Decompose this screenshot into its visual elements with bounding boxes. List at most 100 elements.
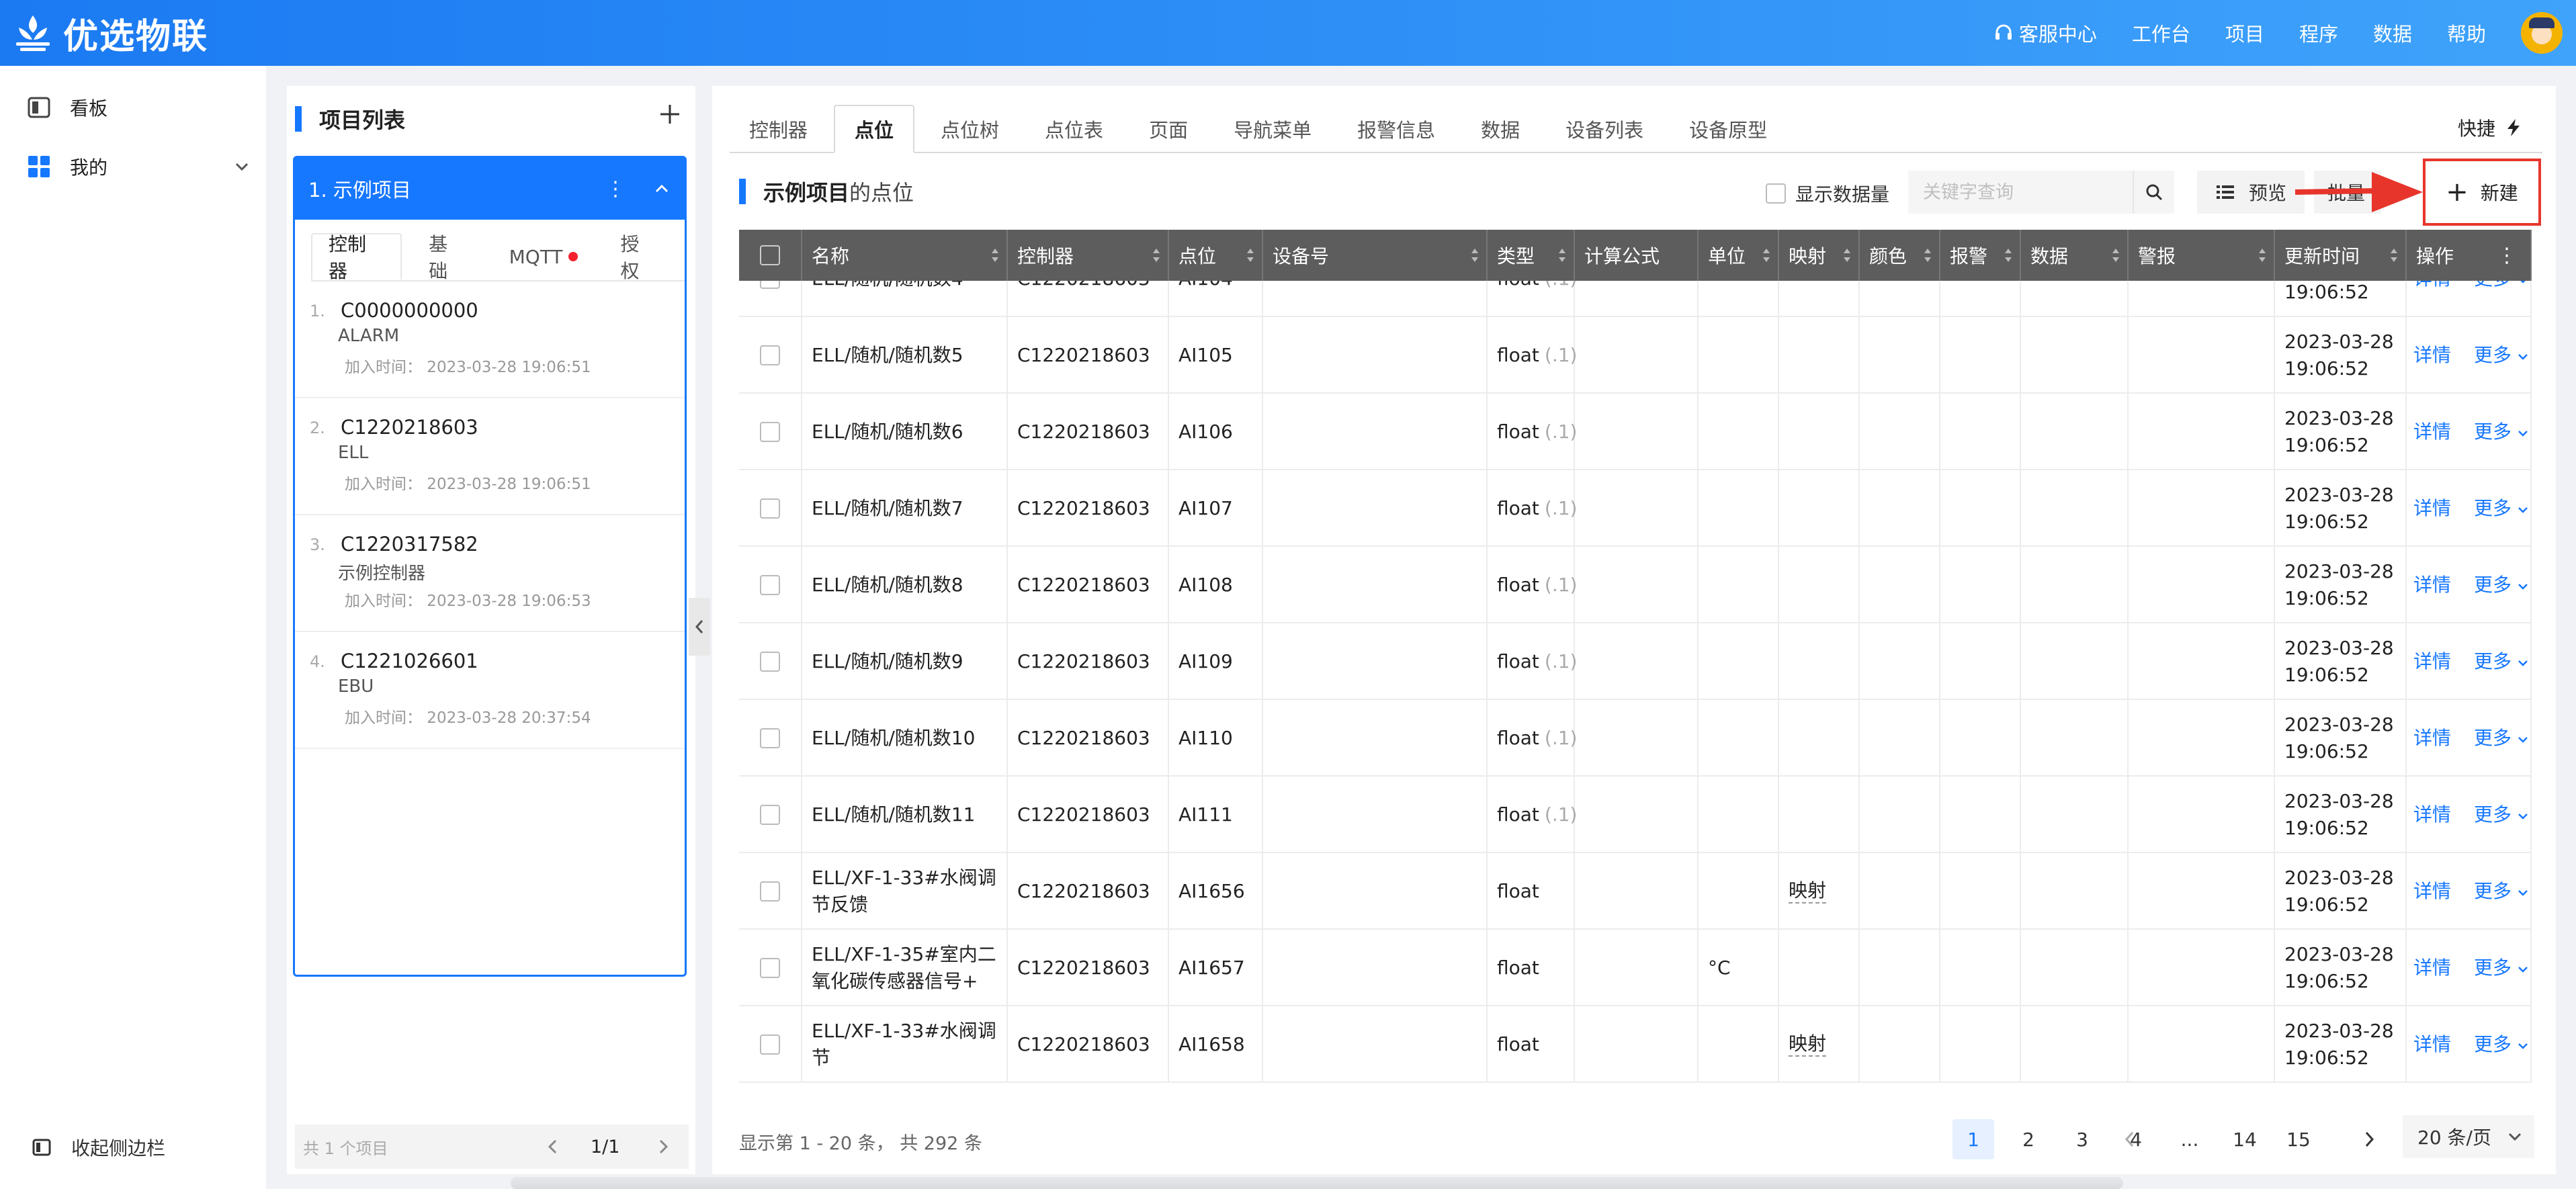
more-dropdown[interactable]: 更多 bbox=[2474, 281, 2528, 292]
add-project-icon[interactable] bbox=[658, 102, 682, 126]
tab-6[interactable]: 报警信息 bbox=[1338, 105, 1455, 153]
detail-link[interactable]: 详情 bbox=[2413, 878, 2451, 905]
nav-program[interactable]: 程序 bbox=[2299, 19, 2338, 47]
page-button[interactable]: 4 bbox=[2115, 1119, 2157, 1159]
row-checkbox[interactable] bbox=[760, 1034, 780, 1055]
row-checkbox[interactable] bbox=[760, 575, 780, 595]
more-vertical-icon[interactable]: ⋮ bbox=[605, 177, 626, 201]
controller-list-item[interactable]: 1. C0000000000 ALARM 加入时间： 2023-03-28 19:06… bbox=[295, 281, 685, 398]
tab-1[interactable]: 点位 bbox=[834, 105, 915, 153]
page-button[interactable]: 3 bbox=[2061, 1119, 2103, 1159]
table-row[interactable]: ELL/XF-1-33#水阀调节 C1220218603 AI1658 float 映射… bbox=[739, 1006, 2532, 1083]
mapping-link[interactable]: 映射 bbox=[1789, 879, 1827, 904]
detail-link[interactable]: 详情 bbox=[2413, 725, 2451, 752]
row-checkbox[interactable] bbox=[760, 281, 780, 289]
detail-link[interactable]: 详情 bbox=[2413, 955, 2451, 981]
detail-link[interactable]: 详情 bbox=[2413, 419, 2451, 445]
show-data-volume[interactable]: 显示数据量 bbox=[1766, 180, 1889, 207]
quick-button[interactable]: 快捷 bbox=[2458, 114, 2522, 141]
column-header[interactable]: 报警 bbox=[1940, 230, 2021, 281]
app-logo[interactable]: 优选物联 bbox=[13, 8, 208, 58]
column-header[interactable]: 名称 bbox=[802, 230, 1008, 281]
more-dropdown[interactable]: 更多 bbox=[2474, 648, 2528, 675]
table-row[interactable]: ELL/随机/随机数11 C1220218603 AI111 float (.1) 202… bbox=[739, 777, 2532, 853]
subtab-auth[interactable]: 授权 bbox=[605, 233, 674, 282]
tab-4[interactable]: 页面 bbox=[1129, 105, 1207, 153]
table-row[interactable]: ELL/随机/随机数7 C1220218603 AI107 float (.1) 2023… bbox=[739, 470, 2532, 547]
column-header[interactable]: 设备号 bbox=[1263, 230, 1488, 281]
table-row[interactable]: ELL/随机/随机数5 C1220218603 AI105 float (.1) 2023… bbox=[739, 317, 2532, 394]
controller-list-item[interactable]: 3. C1220317582 示例控制器 加入时间： 2023-03-28 19:06… bbox=[295, 515, 685, 632]
select-all-checkbox[interactable] bbox=[760, 245, 780, 265]
column-settings-icon[interactable]: ⋮ bbox=[2497, 244, 2517, 267]
new-button[interactable]: + 新建 bbox=[2423, 159, 2541, 226]
page-button[interactable]: 14 bbox=[2224, 1119, 2266, 1159]
tab-0[interactable]: 控制器 bbox=[730, 105, 827, 153]
more-dropdown[interactable]: 更多 bbox=[2474, 419, 2528, 445]
nav-help[interactable]: 帮助 bbox=[2447, 19, 2486, 47]
preview-button[interactable]: 预览 bbox=[2197, 171, 2305, 214]
tab-8[interactable]: 设备列表 bbox=[1546, 105, 1663, 153]
detail-link[interactable]: 详情 bbox=[2413, 648, 2451, 675]
chevron-up-icon[interactable] bbox=[652, 179, 671, 198]
more-dropdown[interactable]: 更多 bbox=[2474, 878, 2528, 905]
prev-page-icon[interactable] bbox=[546, 1138, 560, 1155]
column-header[interactable]: 操作 ⋮ bbox=[2407, 230, 2532, 281]
page-button[interactable]: 15 bbox=[2278, 1119, 2319, 1159]
sidebar-item-mine[interactable]: 我的 bbox=[27, 153, 249, 180]
column-header[interactable]: 映射 bbox=[1779, 230, 1860, 281]
nav-project[interactable]: 项目 bbox=[2225, 19, 2264, 47]
more-dropdown[interactable]: 更多 bbox=[2474, 725, 2528, 752]
table-row[interactable]: ELL/随机/随机数8 C1220218603 AI108 float (.1) 2023… bbox=[739, 547, 2532, 623]
table-row[interactable]: ELL/XF-1-33#水阀调 节反馈 C1220218603 AI1656 float… bbox=[739, 853, 2532, 930]
collapse-sidebar-button[interactable]: 收起侧边栏 bbox=[32, 1134, 165, 1161]
next-page-icon[interactable] bbox=[656, 1138, 670, 1155]
table-row[interactable]: ELL/随机/随机数9 C1220218603 AI109 float (.1) 2023… bbox=[739, 623, 2532, 700]
row-checkbox[interactable] bbox=[760, 652, 780, 672]
tab-2[interactable]: 点位树 bbox=[921, 105, 1019, 153]
more-dropdown[interactable]: 更多 bbox=[2474, 342, 2528, 369]
more-dropdown[interactable]: 更多 bbox=[2474, 1031, 2528, 1058]
nav-data[interactable]: 数据 bbox=[2373, 19, 2412, 47]
column-header[interactable]: 警报 bbox=[2129, 230, 2275, 281]
detail-link[interactable]: 详情 bbox=[2413, 342, 2451, 369]
row-checkbox[interactable] bbox=[760, 345, 780, 365]
tab-7[interactable]: 数据 bbox=[1461, 105, 1539, 153]
page-button[interactable]: 1 bbox=[1952, 1119, 1994, 1159]
page-button[interactable]: 2 bbox=[2008, 1119, 2049, 1159]
page-size-select[interactable]: 20 条/页 bbox=[2403, 1115, 2534, 1158]
row-checkbox[interactable] bbox=[760, 958, 780, 978]
show-volume-checkbox[interactable] bbox=[1766, 183, 1786, 204]
search-input[interactable] bbox=[1908, 172, 2130, 212]
table-row[interactable]: ELL/随机/随机数4C1220218603AI104 float(.1) 2023… bbox=[739, 281, 2532, 317]
column-header[interactable]: 点位 bbox=[1169, 230, 1263, 281]
column-header[interactable]: 颜色 bbox=[1860, 230, 1940, 281]
mapping-link[interactable]: 映射 bbox=[1789, 1032, 1827, 1057]
column-header[interactable]: 更新时间 bbox=[2275, 230, 2407, 281]
more-dropdown[interactable]: 更多 bbox=[2474, 801, 2528, 828]
row-checkbox[interactable] bbox=[760, 498, 780, 519]
more-dropdown[interactable]: 更多 bbox=[2474, 495, 2528, 522]
detail-link[interactable]: 详情 bbox=[2413, 572, 2451, 599]
tab-9[interactable]: 设备原型 bbox=[1670, 105, 1787, 153]
subtab-controller[interactable]: 控制器 bbox=[311, 233, 402, 282]
detail-link[interactable]: 详情 bbox=[2413, 801, 2451, 828]
table-row[interactable]: ELL/随机/随机数10 C1220218603 AI110 float (.1) 202… bbox=[739, 700, 2532, 777]
row-checkbox[interactable] bbox=[760, 422, 780, 442]
column-header[interactable]: 控制器 bbox=[1008, 230, 1169, 281]
column-header[interactable]: 数据 bbox=[2021, 230, 2129, 281]
nav-workbench[interactable]: 工作台 bbox=[2132, 19, 2190, 47]
more-dropdown[interactable]: 更多 bbox=[2474, 955, 2528, 981]
avatar[interactable] bbox=[2521, 12, 2563, 54]
table-row[interactable]: ELL/XF-1-35#室内二 氧化碳传感器信号+ C1220218603 AI165… bbox=[739, 930, 2532, 1006]
detail-link[interactable]: 详情 bbox=[2413, 495, 2451, 522]
search-button[interactable] bbox=[2133, 171, 2174, 214]
tab-5[interactable]: 导航菜单 bbox=[1214, 105, 1331, 153]
controller-list-item[interactable]: 4. C1221026601 EBU 加入时间： 2023-03-28 20:37:5… bbox=[295, 632, 685, 749]
panel-toggle-handle[interactable] bbox=[689, 598, 710, 656]
row-checkbox[interactable] bbox=[760, 728, 780, 748]
detail-link[interactable]: 详情 bbox=[2413, 1031, 2451, 1058]
row-checkbox[interactable] bbox=[760, 881, 780, 901]
horizontal-scrollbar[interactable] bbox=[511, 1177, 2123, 1189]
next-page-icon[interactable] bbox=[2362, 1130, 2376, 1149]
